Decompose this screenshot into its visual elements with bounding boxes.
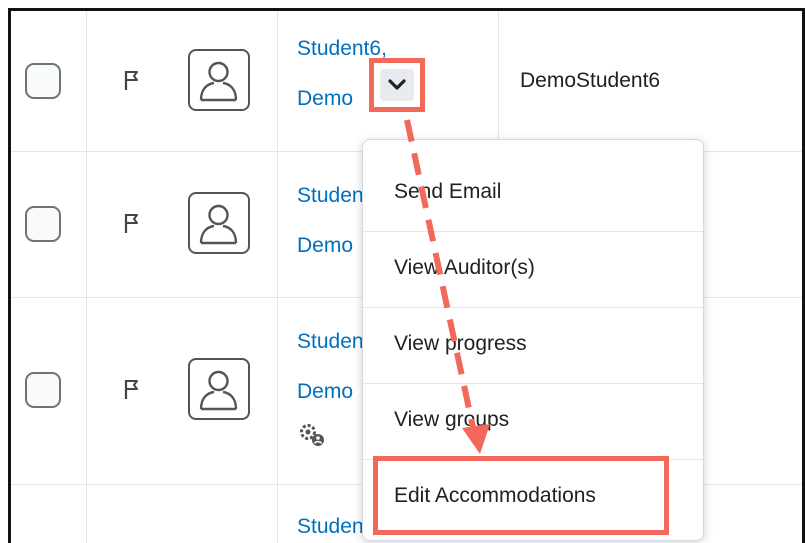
annotation-arrow — [404, 119, 490, 454]
